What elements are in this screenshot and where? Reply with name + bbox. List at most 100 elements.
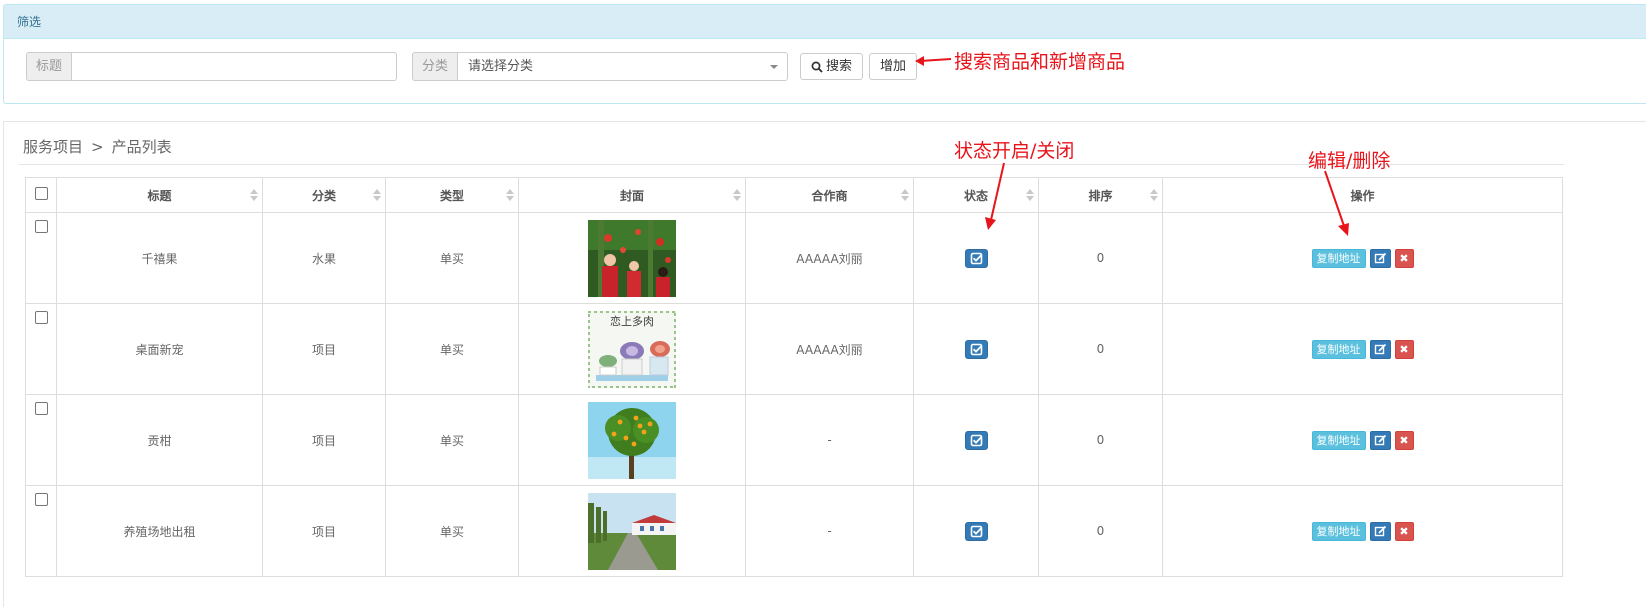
delete-button[interactable]: ✖ <box>1394 339 1414 359</box>
annotation-status-toggle: 状态开启/关闭 <box>954 140 1075 162</box>
annotation-arrow-search <box>915 56 952 66</box>
annotation-search-add: 搜索商品和新增商品 <box>954 51 1126 73</box>
cell-order: 0 <box>1038 212 1163 304</box>
annotation-arrow-status <box>985 162 1005 230</box>
list-panel: 服务项目 > 产品列表 标题 分类 类型 封面 合作商 状态 排序 操作 千禧果 水… <box>3 121 1646 607</box>
category-filter-label: 分类 <box>412 52 458 81</box>
sort-icon <box>733 189 741 202</box>
sort-icon <box>250 189 258 202</box>
sort-icon <box>506 189 514 202</box>
annotation-edit-delete: 编辑/删除 <box>1308 150 1391 172</box>
edit-icon <box>1374 343 1386 354</box>
cell-category: 水果 <box>262 212 386 304</box>
sort-icon <box>901 189 909 202</box>
breadcrumb: 服务项目 > 产品列表 <box>23 136 172 157</box>
title-filter-group: 标题 <box>26 52 398 81</box>
check-square-icon <box>970 252 982 264</box>
cell-cover: 恋上多肉 <box>518 303 746 395</box>
category-select[interactable]: 请选择分类 <box>457 52 789 81</box>
breadcrumb-current: 产品列表 <box>111 138 172 156</box>
edit-icon <box>1374 252 1386 263</box>
breadcrumb-parent[interactable]: 服务项目 <box>23 138 83 156</box>
row-checkbox[interactable] <box>34 311 48 324</box>
status-toggle-button[interactable] <box>964 339 988 359</box>
cover-image <box>588 401 676 479</box>
table-row: 贡柑 项目 单买 - 0 复制地址 ✖ <box>25 394 1563 486</box>
status-toggle-button[interactable] <box>964 430 988 450</box>
edit-button[interactable] <box>1369 339 1391 359</box>
search-button-label: 搜索 <box>826 59 853 74</box>
column-header-title[interactable]: 标题 <box>56 177 263 213</box>
delete-button[interactable]: ✖ <box>1394 521 1414 541</box>
cell-status <box>913 394 1039 486</box>
delete-button[interactable]: ✖ <box>1394 248 1414 268</box>
cell-title: 千禧果 <box>56 212 263 304</box>
cell-partner: - <box>745 394 914 486</box>
annotation-arrow-edit <box>1324 170 1349 236</box>
title-filter-label: 标题 <box>26 52 72 81</box>
copy-address-button[interactable]: 复制地址 <box>1311 339 1366 359</box>
chevron-down-icon <box>770 65 779 69</box>
column-header-status[interactable]: 状态 <box>913 177 1039 213</box>
column-header-category[interactable]: 分类 <box>262 177 386 213</box>
close-icon: ✖ <box>1399 251 1409 265</box>
cell-title: 桌面新宠 <box>56 303 263 395</box>
cell-order: 0 <box>1038 485 1163 577</box>
cover-text: 恋上多肉 <box>610 314 654 328</box>
filter-panel: 筛选 标题 分类 请选择分类 搜索 增加 <box>3 4 1646 104</box>
cell-actions: 复制地址 ✖ <box>1162 212 1563 304</box>
row-select-cell <box>25 303 57 395</box>
add-button[interactable]: 增加 <box>869 53 918 80</box>
column-header-partner[interactable]: 合作商 <box>745 177 914 213</box>
sort-icon <box>1150 189 1158 202</box>
row-select-cell <box>25 394 57 486</box>
add-button-label: 增加 <box>880 59 907 74</box>
check-square-icon <box>970 343 982 355</box>
cell-cover <box>518 485 746 577</box>
table-row: 养殖场地出租 项目 单买 - 0 复制地址 ✖ <box>25 485 1563 577</box>
title-filter-input[interactable] <box>71 52 398 81</box>
select-all-cell <box>25 177 57 213</box>
column-header-order[interactable]: 排序 <box>1038 177 1163 213</box>
cell-title: 养殖场地出租 <box>56 485 263 577</box>
filter-heading: 筛选 <box>4 5 1646 39</box>
cell-actions: 复制地址 ✖ <box>1162 303 1563 395</box>
cell-category: 项目 <box>262 485 386 577</box>
column-header-actions: 操作 <box>1162 177 1563 213</box>
cell-cover <box>518 394 746 486</box>
cell-order: 0 <box>1038 303 1163 395</box>
edit-button[interactable] <box>1369 248 1391 268</box>
status-toggle-button[interactable] <box>964 248 988 268</box>
cover-image <box>588 492 676 570</box>
cell-status <box>913 303 1039 395</box>
edit-icon <box>1374 525 1386 536</box>
column-header-cover[interactable]: 封面 <box>518 177 746 213</box>
cell-partner: AAAAA刘丽 <box>745 303 914 395</box>
edit-button[interactable] <box>1369 430 1391 450</box>
cell-status <box>913 212 1039 304</box>
status-toggle-button[interactable] <box>964 521 988 541</box>
row-checkbox[interactable] <box>34 220 48 233</box>
select-all-checkbox[interactable] <box>34 187 48 200</box>
copy-address-button[interactable]: 复制地址 <box>1311 521 1366 541</box>
row-checkbox[interactable] <box>34 402 48 415</box>
cell-title: 贡柑 <box>56 394 263 486</box>
cell-order: 0 <box>1038 394 1163 486</box>
edit-button[interactable] <box>1369 521 1391 541</box>
cell-actions: 复制地址 ✖ <box>1162 485 1563 577</box>
delete-button[interactable]: ✖ <box>1394 430 1414 450</box>
check-square-icon <box>970 434 982 446</box>
cover-image: 恋上多肉 <box>588 310 676 388</box>
sort-icon <box>373 189 381 202</box>
row-checkbox[interactable] <box>34 493 48 506</box>
check-square-icon <box>970 525 982 537</box>
search-button[interactable]: 搜索 <box>800 53 864 80</box>
cell-category: 项目 <box>262 394 386 486</box>
cell-type: 单买 <box>385 212 519 304</box>
cell-actions: 复制地址 ✖ <box>1162 394 1563 486</box>
column-header-type[interactable]: 类型 <box>385 177 519 213</box>
category-filter-group: 分类 请选择分类 <box>412 52 789 81</box>
copy-address-button[interactable]: 复制地址 <box>1311 430 1366 450</box>
copy-address-button[interactable]: 复制地址 <box>1311 248 1366 268</box>
cell-type: 单买 <box>385 303 519 395</box>
